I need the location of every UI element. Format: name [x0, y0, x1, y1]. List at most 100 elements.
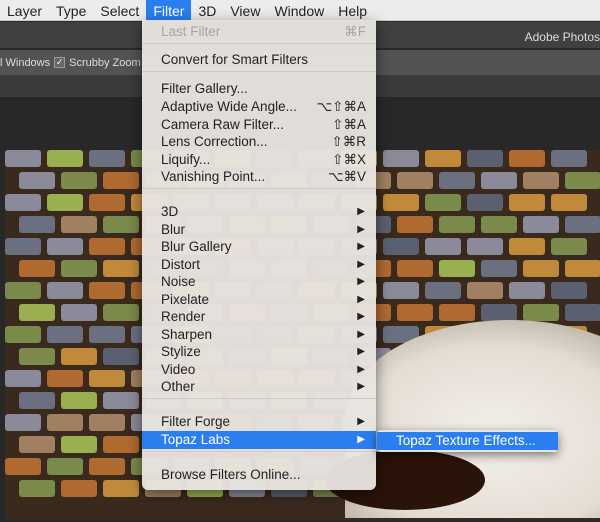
tile [383, 238, 419, 255]
menu-window[interactable]: Window [267, 0, 331, 21]
submenu-arrow-icon: ▶ [357, 259, 365, 270]
tile [509, 238, 545, 255]
submenu-arrow-icon: ▶ [357, 364, 365, 375]
menu-item-label: Topaz Labs [161, 432, 231, 447]
tile [551, 194, 587, 211]
menu-item-3d[interactable]: 3D ▶ [142, 203, 376, 221]
shortcut-label: ⇧⌘A [332, 117, 366, 132]
tile [19, 436, 55, 453]
tile [509, 282, 545, 299]
menu-item-stylize[interactable]: Stylize ▶ [142, 343, 376, 361]
menu-item-label: Pixelate [161, 292, 210, 307]
tile [47, 150, 83, 167]
tile [467, 150, 503, 167]
menu-item-label: Stylize [161, 344, 201, 359]
submenu-arrow-icon: ▶ [357, 434, 365, 445]
tile [47, 370, 83, 387]
tile [103, 304, 139, 321]
menu-item-convert-for-smart-filters[interactable]: Convert for Smart Filters [142, 51, 376, 69]
tile [19, 480, 55, 497]
menu-item-pixelate[interactable]: Pixelate ▶ [142, 291, 376, 309]
menu-item-label: Render [161, 309, 206, 324]
menu-view[interactable]: View [223, 0, 267, 21]
submenu-arrow-icon: ▶ [357, 416, 365, 427]
tile [425, 194, 461, 211]
menu-item-blur[interactable]: Blur ▶ [142, 221, 376, 239]
menu-separator [142, 398, 376, 399]
tile [103, 480, 139, 497]
tile [61, 304, 97, 321]
tile [383, 150, 419, 167]
tile [383, 194, 419, 211]
menu-item-topaz-texture-effects[interactable]: Topaz Texture Effects... [377, 432, 558, 450]
tile [47, 282, 83, 299]
tile [481, 172, 517, 189]
tile [103, 172, 139, 189]
windows-label: l Windows [0, 56, 51, 69]
tile [19, 216, 55, 233]
tile [89, 194, 125, 211]
tile [19, 348, 55, 365]
menu-item-video[interactable]: Video ▶ [142, 361, 376, 379]
tile [439, 304, 475, 321]
app-title: Adobe Photos [524, 30, 600, 44]
menu-item-browse-filters-online[interactable]: Browse Filters Online... [142, 466, 376, 484]
menu-item-adaptive-wide-angle[interactable]: Adaptive Wide Angle... ⌥⇧⌘A [142, 98, 376, 116]
menu-type[interactable]: Type [49, 0, 93, 21]
tile [383, 282, 419, 299]
menu-item-label: 3D [161, 204, 179, 219]
scrubby-zoom-checkbox[interactable]: ✓ [54, 57, 66, 68]
tile [47, 194, 83, 211]
tile [439, 216, 475, 233]
menu-item-other[interactable]: Other ▶ [142, 378, 376, 396]
menu-item-lens-correction[interactable]: Lens Correction... ⇧⌘R [142, 133, 376, 151]
tile [5, 370, 41, 387]
menu-item-filter-forge[interactable]: Filter Forge ▶ [142, 413, 376, 431]
tile [5, 238, 41, 255]
tile [523, 260, 559, 277]
menu-filter[interactable]: Filter [146, 0, 192, 21]
menu-help[interactable]: Help [331, 0, 374, 21]
menu-item-last-filter: Last Filter ⌘F [142, 23, 376, 41]
menu-item-distort[interactable]: Distort ▶ [142, 256, 376, 274]
menu-select[interactable]: Select [93, 0, 146, 21]
menu-item-vanishing-point[interactable]: Vanishing Point... ⌥⌘V [142, 168, 376, 186]
submenu-arrow-icon: ▶ [357, 276, 365, 287]
submenu-arrow-icon: ▶ [357, 329, 365, 340]
tile [103, 216, 139, 233]
menu-layer[interactable]: Layer [0, 0, 49, 21]
tile [425, 238, 461, 255]
tile [565, 260, 600, 277]
menu-item-noise[interactable]: Noise ▶ [142, 273, 376, 291]
tile [551, 238, 587, 255]
menu-item-camera-raw-filter[interactable]: Camera Raw Filter... ⇧⌘A [142, 116, 376, 134]
menu-item-liquify[interactable]: Liquify... ⇧⌘X [142, 151, 376, 169]
tile [89, 370, 125, 387]
menu-item-filter-gallery[interactable]: Filter Gallery... [142, 80, 376, 98]
menu-item-blur-gallery[interactable]: Blur Gallery ▶ [142, 238, 376, 256]
scrubby-zoom-label: Scrubby Zoom [69, 56, 141, 69]
submenu-arrow-icon: ▶ [357, 241, 365, 252]
submenu-arrow-icon: ▶ [357, 294, 365, 305]
tile [61, 348, 97, 365]
menu-item-sharpen[interactable]: Sharpen ▶ [142, 326, 376, 344]
tile [5, 414, 41, 431]
tile [47, 458, 83, 475]
menu-item-topaz-labs[interactable]: Topaz Labs ▶ [142, 431, 376, 449]
menu-separator [142, 71, 376, 72]
shortcut-label: ⌥⇧⌘A [316, 99, 366, 114]
menu-separator [142, 43, 376, 44]
menu-item-label: Video [161, 362, 196, 377]
submenu-arrow-icon: ▶ [357, 381, 365, 392]
menu-separator [142, 188, 376, 189]
menu-3d[interactable]: 3D [191, 0, 223, 21]
tile [565, 304, 600, 321]
menu-item-label: Camera Raw Filter... [161, 117, 285, 132]
tile [397, 216, 433, 233]
menu-item-render[interactable]: Render ▶ [142, 308, 376, 326]
tile [523, 172, 559, 189]
menu-item-label: Lens Correction... [161, 134, 268, 149]
menu-item-label: Convert for Smart Filters [161, 52, 309, 67]
tile [19, 260, 55, 277]
tile [103, 260, 139, 277]
